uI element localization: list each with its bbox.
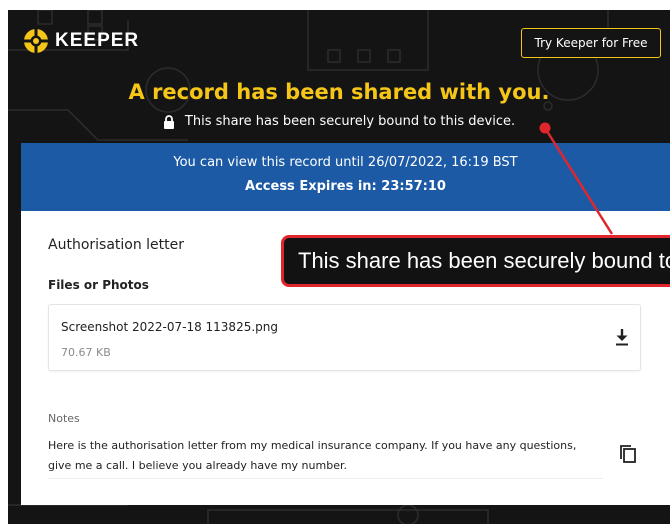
try-keeper-button[interactable]: Try Keeper for Free [521,28,661,58]
notes-text: Here is the authorisation letter from my… [48,439,577,472]
file-size: 70.67 KB [61,346,111,359]
keeper-logo[interactable]: KEEPER [23,28,139,54]
copy-icon[interactable] [619,444,637,464]
keeper-logo-icon [24,29,48,53]
annotation-callout-text: This share has been securely bound to th… [298,248,670,273]
annotation-callout: This share has been securely bound to th… [281,235,670,287]
download-icon[interactable] [615,328,629,346]
access-banner: You can view this record until 26/07/202… [21,143,670,211]
expires-countdown: 23:57:10 [381,179,446,194]
brand-name: KEEPER [55,30,140,51]
file-attachment[interactable]: Screenshot 2022-07-18 113825.png 70.67 K… [48,304,641,371]
page-title: A record has been shared with you. [128,80,550,104]
record-title: Authorisation letter [48,237,185,253]
files-label: Files or Photos [48,278,149,292]
view-until-text: You can view this record until 26/07/202… [173,155,518,170]
device-bound-notice: This share has been securely bound to th… [8,114,670,129]
notes-divider [48,478,603,479]
notes-label: Notes [48,412,80,425]
lock-icon [163,114,174,129]
access-expires: Access Expires in: 23:57:10 [21,179,670,194]
expires-label: Access Expires in: [245,179,377,194]
device-bound-text: This share has been securely bound to th… [184,114,516,129]
file-name: Screenshot 2022-07-18 113825.png [61,320,278,334]
